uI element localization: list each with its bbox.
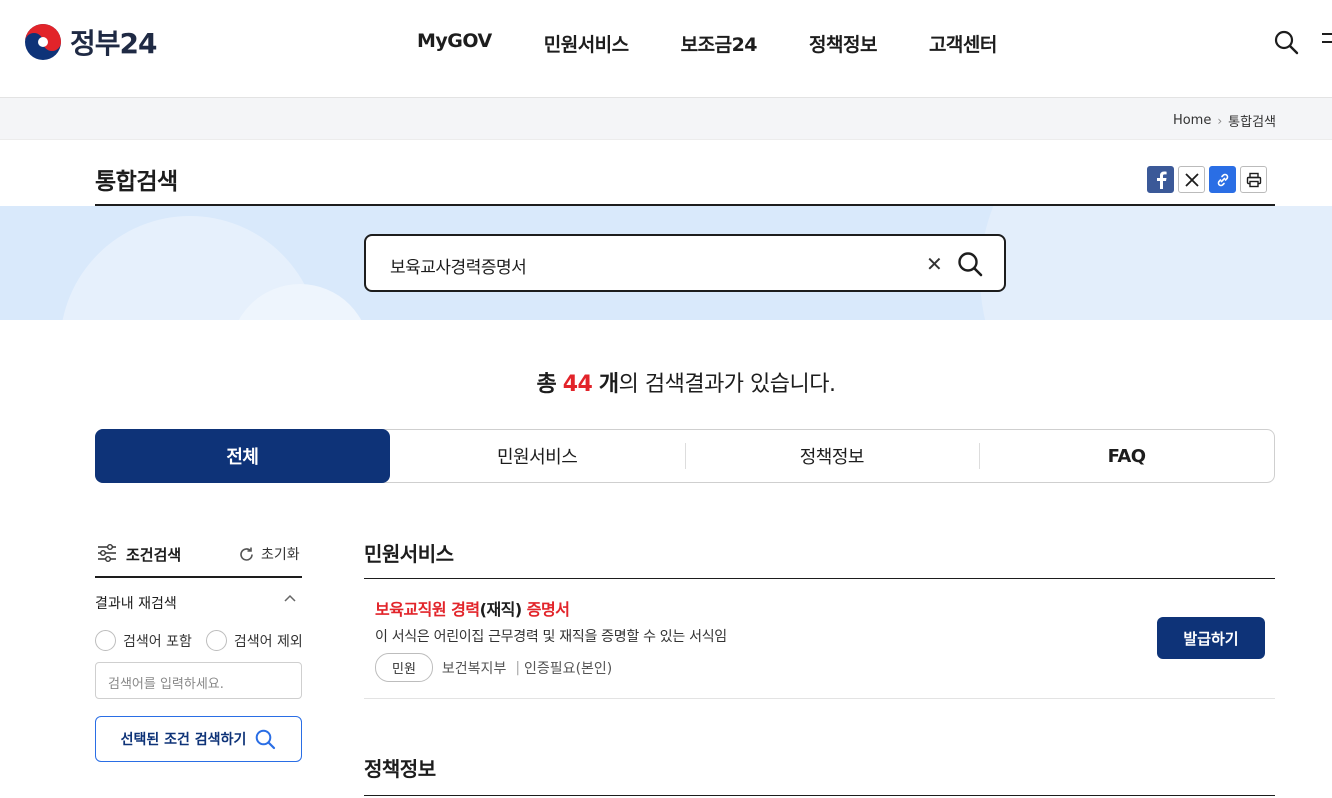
- result-item-description: 이 서식은 어린이집 근무경력 및 재직을 증명할 수 있는 서식임: [375, 629, 727, 645]
- nav-customer-center[interactable]: 고객센터: [929, 30, 997, 57]
- share-tools: [1147, 166, 1267, 193]
- condition-search-button[interactable]: 선택된 조건 검색하기: [95, 716, 302, 762]
- tab-civil-service[interactable]: 민원서비스: [390, 430, 685, 482]
- section-divider: [364, 795, 1275, 796]
- search-input[interactable]: 보육교사경력증명서: [390, 253, 527, 278]
- breadcrumb-current: 통합검색: [1228, 115, 1276, 130]
- keyword-option-group: 검색어 포함 검색어 제외: [95, 630, 303, 651]
- meta-separator: |: [515, 659, 521, 676]
- summary-unit: 개: [598, 372, 619, 397]
- result-tabs: 전체 민원서비스 정책정보 FAQ: [95, 429, 1275, 483]
- filter-header: 조건검색 초기화: [95, 540, 302, 578]
- filter-title: 조건검색: [126, 546, 182, 564]
- issue-button[interactable]: 발급하기: [1157, 617, 1265, 659]
- result-count: 44: [562, 372, 593, 397]
- agency-label: 보건복지부: [441, 660, 507, 677]
- facebook-share-button[interactable]: [1147, 166, 1174, 193]
- title-highlight: 증명서: [526, 600, 570, 619]
- page-title: 통합검색: [95, 169, 178, 195]
- facebook-icon: [1156, 171, 1167, 189]
- radio-include-label: 검색어 포함: [123, 633, 192, 650]
- summary-suffix: 의 검색결과가 있습니다.: [618, 372, 836, 397]
- result-summary: 총 44 개의 검색결과가 있습니다.: [0, 366, 1332, 398]
- x-logo-icon: [1184, 172, 1199, 187]
- site-header: 정부24 MyGOV 민원서비스 보조금24 정책정보 고객센터: [0, 0, 1332, 98]
- section-divider: [364, 578, 1275, 579]
- logo-text: 정부24: [70, 27, 157, 60]
- search-icon[interactable]: [1272, 28, 1300, 56]
- item-divider: [364, 698, 1275, 699]
- search-box[interactable]: 보육교사경력증명서 ✕: [364, 234, 1006, 292]
- print-button[interactable]: [1240, 166, 1267, 193]
- decorative-circle: [980, 206, 1332, 320]
- nav-policy-info[interactable]: 정책정보: [809, 30, 877, 57]
- logo[interactable]: 정부24: [24, 22, 157, 62]
- nav-subsidy24[interactable]: 보조금24: [681, 30, 758, 57]
- x-share-button[interactable]: [1178, 166, 1205, 193]
- refresh-icon: [240, 547, 253, 561]
- section-title-policy: 정책정보: [364, 757, 436, 781]
- tab-policy-info[interactable]: 정책정보: [684, 430, 980, 482]
- tab-faq[interactable]: FAQ: [979, 430, 1274, 482]
- breadcrumb-home[interactable]: Home: [1173, 113, 1211, 128]
- tab-all[interactable]: 전체: [95, 429, 390, 483]
- condition-search-label: 선택된 조건 검색하기: [120, 732, 247, 748]
- search-band: 보육교사경력증명서 ✕: [0, 206, 1332, 320]
- chevron-up-icon[interactable]: [284, 594, 296, 602]
- filter-sliders-icon: [98, 544, 116, 562]
- breadcrumb-bar: Home › 통합검색: [0, 98, 1332, 140]
- radio-circle[interactable]: [205, 630, 227, 651]
- research-title: 결과내 재검색: [95, 596, 177, 612]
- category-chip: 민원: [375, 653, 433, 682]
- radio-circle[interactable]: [95, 630, 116, 651]
- research-input[interactable]: 검색어를 입력하세요.: [95, 662, 302, 699]
- main-nav: MyGOV 민원서비스 보조금24 정책정보 고객센터: [417, 30, 997, 57]
- reset-label: 초기화: [261, 547, 300, 563]
- breadcrumb: Home › 통합검색: [1173, 111, 1276, 130]
- clear-search-button[interactable]: ✕: [926, 252, 943, 276]
- radio-exclude[interactable]: 검색어 제외: [205, 630, 303, 651]
- chevron-right-icon: ›: [1217, 113, 1223, 128]
- search-icon: [256, 729, 276, 750]
- section-title-civil: 민원서비스: [364, 542, 454, 566]
- title-highlight: 보육교직원 경력: [375, 600, 480, 619]
- printer-icon: [1246, 172, 1261, 187]
- result-item-meta: 민원 보건복지부 | 인증필요(본인): [375, 653, 612, 682]
- nav-civil-service[interactable]: 민원서비스: [544, 30, 629, 57]
- reset-button[interactable]: 초기화: [238, 544, 300, 564]
- summary-prefix: 총: [536, 372, 557, 397]
- search-submit-icon[interactable]: [956, 250, 984, 278]
- link-icon: [1217, 173, 1228, 186]
- radio-exclude-label: 검색어 제외: [233, 633, 303, 650]
- result-item-title[interactable]: 보육교직원 경력(재직) 증명서: [375, 596, 570, 620]
- taegeuk-logo-icon: [25, 24, 61, 60]
- title-plain: (재직): [479, 600, 523, 619]
- auth-label: 인증필요(본인): [524, 660, 613, 677]
- copy-link-button[interactable]: [1209, 166, 1236, 193]
- nav-mygov[interactable]: MyGOV: [417, 30, 492, 57]
- radio-include[interactable]: 검색어 포함: [95, 630, 192, 651]
- menu-icon[interactable]: [1322, 33, 1332, 53]
